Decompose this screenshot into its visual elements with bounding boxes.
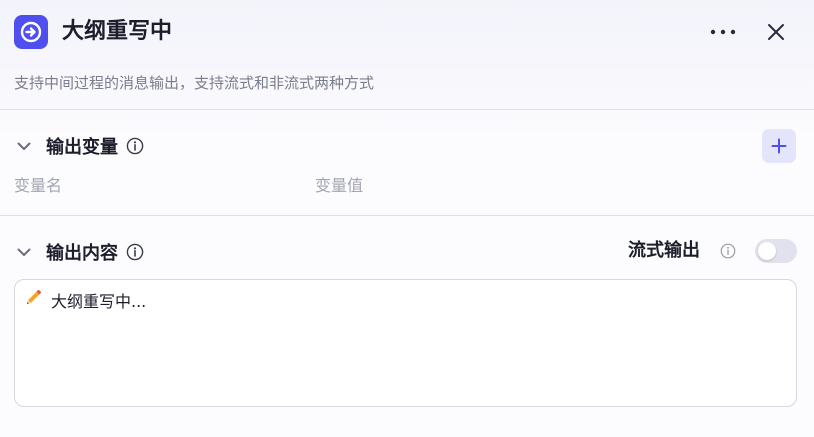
section-title: 输出变量 (46, 137, 118, 158)
column-header-variable-name: 变量名 (14, 176, 63, 195)
pencil-icon (23, 288, 43, 312)
divider (0, 109, 814, 110)
page-title: 大纲重写中 (62, 19, 173, 44)
add-variable-button[interactable] (762, 129, 796, 163)
output-content-editor[interactable]: 大纲重写中... (14, 279, 797, 407)
divider (0, 215, 814, 216)
column-header-variable-value: 变量值 (315, 176, 364, 195)
arrow-right-circle-icon (14, 15, 48, 49)
panel-header: 大纲重写中 (0, 0, 814, 64)
close-button[interactable] (760, 16, 792, 48)
toggle-knob (758, 242, 776, 260)
chevron-down-icon[interactable] (14, 242, 34, 262)
more-button[interactable] (704, 18, 742, 46)
chevron-down-icon[interactable] (14, 136, 34, 156)
output-content-header: 输出内容 (14, 237, 144, 267)
section-title: 输出内容 (46, 243, 118, 264)
plus-icon (771, 138, 787, 154)
info-icon[interactable] (126, 137, 144, 155)
output-variables-header: 输出变量 (14, 131, 144, 161)
info-icon[interactable] (126, 243, 144, 261)
stream-output-label: 流式输出 (628, 240, 700, 261)
node-panel: 大纲重写中 支持中间过程的消息输出，支持流式和非流式两种方式 输出变量 变量名 … (0, 0, 814, 437)
close-icon (768, 24, 784, 40)
info-icon[interactable] (719, 242, 737, 260)
stream-output-toggle[interactable] (755, 239, 797, 263)
more-horizontal-icon (710, 29, 736, 35)
content-text: 大纲重写中... (51, 292, 147, 311)
node-description: 支持中间过程的消息输出，支持流式和非流式两种方式 (14, 74, 375, 92)
content-line: 大纲重写中... (23, 288, 146, 312)
